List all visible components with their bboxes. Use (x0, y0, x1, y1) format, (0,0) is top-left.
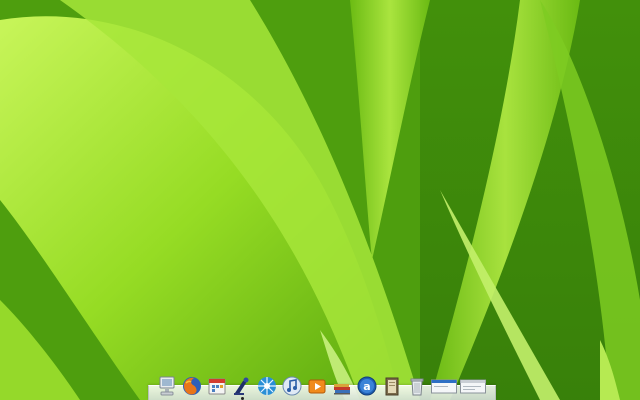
books-icon (334, 384, 350, 395)
dock: a (148, 370, 496, 400)
dock-item-calendar[interactable] (206, 375, 228, 397)
dock-item-books[interactable] (331, 375, 353, 397)
dock-item-window-thumbnail-2[interactable] (460, 375, 486, 397)
dock-item-documents[interactable] (381, 375, 403, 397)
window-thumbnail-icon (460, 379, 486, 394)
dock-item-app-store[interactable]: a (356, 375, 378, 397)
dock-item-media[interactable] (306, 375, 328, 397)
window-thumbnail-icon (431, 379, 457, 394)
music-note-icon (282, 376, 302, 396)
documents-icon (385, 377, 399, 396)
terminal-icon (234, 377, 249, 395)
media-player-icon (308, 379, 326, 394)
grass-wallpaper (0, 0, 640, 400)
dock-item-network[interactable] (256, 375, 278, 397)
dock-item-finder[interactable] (156, 375, 178, 397)
desktop: a (0, 0, 640, 400)
computer-icon (159, 376, 175, 396)
dock-item-firefox[interactable] (181, 375, 203, 397)
app-store-icon: a (357, 376, 377, 396)
dock-item-terminal[interactable] (231, 375, 253, 400)
network-icon (258, 377, 276, 395)
svg-text:a: a (363, 380, 370, 393)
calendar-icon (208, 378, 226, 395)
dock-item-window-thumbnail-1[interactable] (431, 375, 457, 397)
dock-item-itunes[interactable] (281, 375, 303, 397)
firefox-icon (183, 377, 201, 395)
dock-item-trash[interactable] (406, 375, 428, 397)
dock-items: a (156, 373, 492, 400)
trash-icon (410, 378, 424, 396)
